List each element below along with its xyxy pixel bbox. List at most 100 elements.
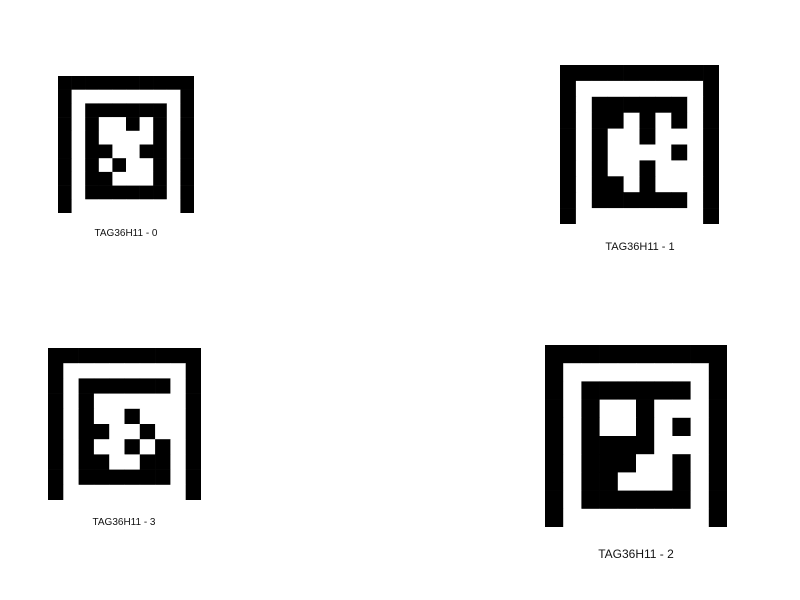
tag-2-cell-r9-c3 — [599, 508, 619, 527]
tag-1-cell-r6-c5 — [639, 160, 656, 177]
tag-1-cell-r6-c2 — [591, 160, 609, 177]
tag-3-cell-r0-c1 — [63, 348, 79, 364]
tag-1-cell-r4-c9 — [703, 128, 719, 145]
tag-0-cell-r8-c2 — [85, 185, 100, 200]
tag-3-cell-r2-c6 — [139, 378, 156, 394]
tag-3-cell-r8-c5 — [124, 469, 141, 486]
tag-0-cell-r2-c2 — [85, 103, 100, 118]
tag-0-cell-r6-c2 — [85, 158, 100, 173]
tag-1-cell-r7-c4 — [623, 176, 640, 193]
tag-3-cell-r8-c0 — [48, 469, 64, 486]
tag-0-cell-r5-c5 — [126, 144, 140, 159]
tag-1-cell-r0-c2 — [591, 65, 609, 82]
tag-2-cell-r1-c6 — [654, 363, 673, 382]
apriltag-3 — [48, 348, 201, 500]
tag-1-cell-r8-c5 — [639, 192, 656, 209]
tag-3-cell-r4-c4 — [109, 408, 125, 425]
tag-3-cell-r6-c3 — [93, 439, 110, 455]
apriltag-figure-0: TAG36H11 - 0 — [58, 76, 194, 239]
tag-3-cell-r2-c3 — [93, 378, 110, 394]
tag-1-cell-r4-c4 — [623, 128, 640, 145]
tag-1-cell-r5-c1 — [575, 144, 593, 161]
tag-2-cell-r0-c2 — [581, 345, 600, 364]
tag-2-cell-r9-c4 — [617, 508, 637, 527]
tag-0-cell-r3-c1 — [71, 117, 86, 132]
tag-2-cell-r1-c2 — [581, 363, 600, 382]
tag-1-cell-r5-c0 — [560, 144, 577, 161]
tag-2-cell-r7-c6 — [654, 472, 673, 491]
tag-2-cell-r4-c8 — [690, 417, 710, 437]
tag-0-cell-r0-c8 — [166, 76, 181, 90]
tag-3-cell-r5-c8 — [170, 424, 187, 440]
tag-3-cell-r2-c9 — [185, 378, 201, 394]
tag-1-cell-r6-c3 — [607, 160, 624, 177]
tag-1-cell-r0-c6 — [655, 65, 672, 82]
tag-1-cell-r2-c6 — [655, 96, 672, 114]
tag-0-cell-r8-c6 — [139, 185, 154, 200]
tag-0-cell-r2-c5 — [126, 103, 140, 118]
tag-3-cell-r0-c8 — [170, 348, 187, 364]
tag-0-cell-r1-c8 — [166, 89, 181, 104]
tag-1-cell-r5-c4 — [623, 144, 640, 161]
tag-3-cell-r1-c8 — [170, 363, 187, 379]
tag-2-cell-r7-c3 — [599, 472, 619, 491]
tag-3-cell-r7-c7 — [155, 454, 171, 470]
tag-0-cell-r7-c3 — [98, 171, 113, 186]
tag-3-cell-r6-c7 — [155, 439, 171, 455]
tag-3-cell-r3-c9 — [185, 393, 201, 410]
tag-3-cell-r3-c6 — [139, 393, 156, 410]
tag-0-cell-r5-c1 — [71, 144, 86, 159]
tag-1-cell-r9-c0 — [560, 208, 577, 224]
tag-3-cell-r0-c6 — [139, 348, 156, 364]
apriltag-0 — [58, 76, 194, 213]
tag-3-cell-r9-c4 — [109, 484, 125, 500]
tag-2-cell-r9-c7 — [672, 508, 691, 527]
tag-3-cell-r4-c7 — [155, 408, 171, 425]
tag-0-cell-r5-c7 — [153, 144, 168, 159]
tag-2-cell-r9-c2 — [581, 508, 600, 527]
tag-0-cell-r5-c4 — [112, 144, 127, 159]
tag-3-cell-r9-c6 — [139, 484, 156, 500]
tag-1-cell-r8-c3 — [607, 192, 624, 209]
tag-0-cell-r2-c1 — [71, 103, 86, 118]
tag-0-cell-r1-c9 — [180, 89, 194, 104]
tag-3-cell-r3-c2 — [78, 393, 95, 410]
tag-0-cell-r6-c7 — [153, 158, 168, 173]
tag-1-cell-r9-c6 — [655, 208, 672, 224]
tag-2-cell-r0-c6 — [654, 345, 673, 364]
tag-3-cell-r6-c6 — [139, 439, 156, 455]
tag-3-cell-r3-c3 — [93, 393, 110, 410]
tag-0-cell-r8-c8 — [166, 185, 181, 200]
tag-0-cell-r6-c4 — [112, 158, 127, 173]
tag-3-cell-r7-c9 — [185, 454, 201, 470]
tag-2-cell-r5-c4 — [617, 436, 637, 455]
tag-0-cell-r7-c2 — [85, 171, 100, 186]
tag-1-cell-r6-c1 — [575, 160, 593, 177]
tag-3-cell-r1-c3 — [93, 363, 110, 379]
tag-1-cell-r5-c9 — [703, 144, 719, 161]
tag-2-cell-r2-c8 — [690, 381, 710, 400]
tag-2-cell-r1-c3 — [599, 363, 619, 382]
tag-1-cell-r8-c7 — [671, 192, 688, 209]
tag-3-cell-r4-c0 — [48, 408, 64, 425]
tag-1-cell-r0-c0 — [560, 65, 577, 82]
tag-0-cell-r6-c3 — [98, 158, 113, 173]
tag-2-cell-r4-c9 — [708, 417, 727, 437]
tag-2-cell-r6-c4 — [617, 454, 637, 473]
tag-3-cell-r5-c6 — [139, 424, 156, 440]
tag-3-cell-r1-c1 — [63, 363, 79, 379]
tag-1-cell-r0-c5 — [639, 65, 656, 82]
tag-1-cell-r0-c7 — [671, 65, 688, 82]
tag-0-cell-r3-c2 — [85, 117, 100, 132]
tag-1-cell-r8-c4 — [623, 192, 640, 209]
tag-1-cell-r9-c9 — [703, 208, 719, 224]
tag-2-cell-r4-c7 — [672, 417, 691, 437]
tag-3-cell-r0-c2 — [78, 348, 95, 364]
tag-3-cell-r5-c5 — [124, 424, 141, 440]
tag-2-cell-r0-c1 — [563, 345, 582, 364]
tag-3-cell-r2-c7 — [155, 378, 171, 394]
tag-2-cell-r2-c5 — [636, 381, 655, 400]
tag-0-cell-r0-c6 — [139, 76, 154, 90]
tag-2-cell-r3-c5 — [636, 399, 655, 419]
tag-1-cell-r3-c9 — [703, 112, 719, 129]
